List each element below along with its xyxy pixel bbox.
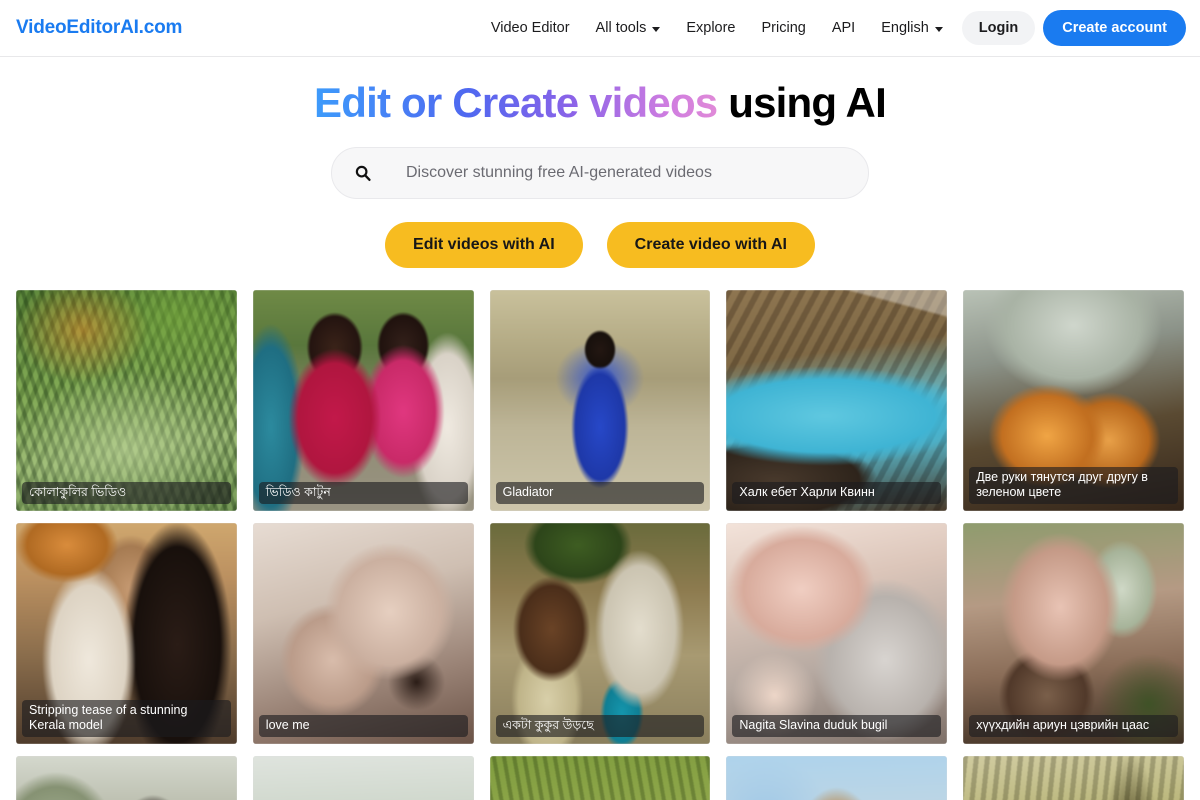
search-icon (354, 164, 372, 182)
create-video-with-ai-button[interactable]: Create video with AI (606, 221, 815, 268)
search-input[interactable] (382, 163, 846, 182)
video-thumbnail (963, 755, 1184, 800)
nav-item-pricing[interactable]: Pricing (749, 14, 819, 42)
chevron-down-icon (652, 26, 661, 32)
nav-item-api[interactable]: API (819, 14, 868, 42)
video-caption: একটা কুকুর উড়ছে (495, 714, 705, 737)
video-card[interactable] (726, 755, 948, 800)
video-thumbnail (963, 522, 1184, 744)
video-thumbnail (489, 522, 711, 744)
nav-item-video-editor[interactable]: Video Editor (478, 14, 583, 42)
page-title-plain: using AI (717, 79, 887, 126)
video-caption: Stripping tease of a stunning Kerala mod… (22, 700, 231, 737)
video-thumbnail (726, 522, 948, 744)
top-navbar: VideoEditorAI.com Video Editor All tools… (0, 0, 1200, 57)
page-title: Edit or Create videos using AI (0, 77, 1200, 130)
video-card[interactable]: love me (252, 522, 474, 744)
create-account-button[interactable]: Create account (1043, 10, 1186, 46)
video-thumbnail (16, 755, 237, 800)
login-button[interactable]: Login (961, 11, 1036, 45)
video-card[interactable]: কোলাকুলির ভিডিও (16, 289, 237, 511)
video-card[interactable]: Две руки тянутся друг другу в зеленом цв… (963, 289, 1184, 511)
nav-item-language[interactable]: English (868, 14, 956, 42)
nav-item-label: English (881, 20, 929, 36)
video-caption: Халк ебет Харли Квинн (732, 481, 942, 504)
video-card[interactable]: Stripping tease of a stunning Kerala mod… (16, 522, 237, 744)
edit-videos-with-ai-button[interactable]: Edit videos with AI (385, 221, 583, 268)
video-card[interactable]: ভিডিও কাটুন (252, 289, 474, 511)
video-card[interactable]: хүүхдийн ариун цэврийн цаас (963, 522, 1184, 744)
video-thumbnail (726, 755, 948, 800)
video-caption: love me (258, 714, 468, 737)
video-thumbnail (16, 289, 237, 511)
video-thumbnail (489, 289, 711, 511)
video-caption: কোলাকুলির ভিডিও (22, 481, 231, 504)
video-caption: хүүхдийн ариун цэврийн цаас (969, 714, 1178, 737)
nav-item-explore[interactable]: Explore (673, 14, 748, 42)
video-caption: Две руки тянутся друг другу в зеленом цв… (969, 467, 1178, 504)
video-thumbnail (726, 289, 948, 511)
search-bar[interactable] (331, 146, 869, 199)
video-card[interactable] (489, 755, 711, 800)
site-logo[interactable]: VideoEditorAI.com (16, 17, 182, 39)
nav-item-all-tools[interactable]: All tools (583, 14, 674, 42)
nav-item-label: All tools (595, 20, 647, 36)
cta-buttons-row: Edit videos with AI Create video with AI (0, 221, 1200, 268)
video-results-grid: কোলাকুলির ভিডিও ভিডিও কাটুন Gladiator Халк … (0, 289, 1200, 800)
nav-item-label: Video Editor (490, 20, 570, 36)
video-card[interactable] (252, 755, 474, 800)
nav-item-label: API (831, 20, 856, 36)
video-card[interactable]: Gladiator (489, 289, 711, 511)
video-thumbnail (252, 755, 474, 800)
video-card[interactable] (963, 755, 1184, 800)
chevron-down-icon (934, 26, 943, 32)
video-thumbnail (252, 289, 474, 511)
nav-links-group: Video Editor All tools Explore Pricing A… (478, 10, 1186, 46)
video-caption: Gladiator (495, 481, 705, 504)
video-thumbnail (252, 522, 474, 744)
nav-item-label: Explore (686, 20, 736, 36)
hero-section: Edit or Create videos using AI Edit vide… (0, 57, 1200, 268)
video-caption: Nagita Slavina duduk bugil (732, 714, 942, 737)
video-card[interactable] (16, 755, 237, 800)
nav-item-label: Pricing (761, 20, 806, 36)
video-card[interactable]: Nagita Slavina duduk bugil (726, 522, 948, 744)
page-title-gradient: Edit or Create videos (314, 79, 718, 126)
video-caption: ভিডিও কাটুন (258, 481, 468, 504)
video-card[interactable]: Халк ебет Харли Квинн (726, 289, 948, 511)
video-card[interactable]: একটা কুকুর উড়ছে (489, 522, 711, 744)
video-thumbnail (489, 755, 711, 800)
